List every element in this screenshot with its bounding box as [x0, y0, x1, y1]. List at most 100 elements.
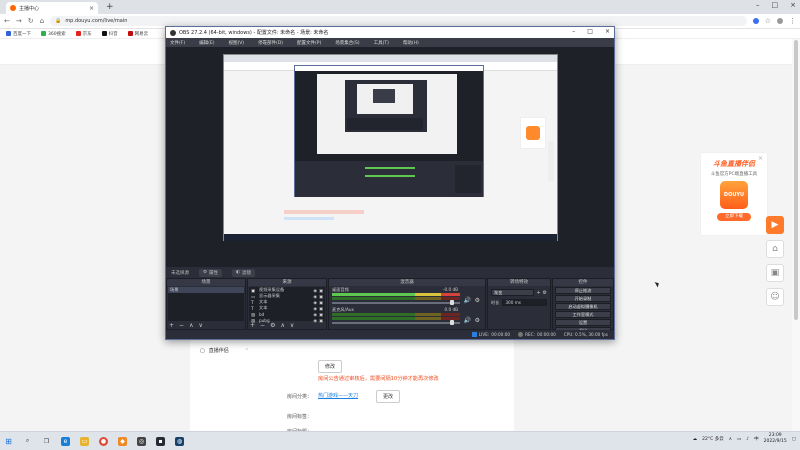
add-icon[interactable]: + — [536, 290, 540, 296]
close-icon[interactable]: × — [790, 1, 796, 9]
speaker-icon[interactable]: 🔊 — [464, 297, 471, 304]
clock[interactable]: 23:09 2022/9/15 — [764, 433, 787, 445]
gear-icon[interactable]: ⚙ — [475, 297, 480, 304]
extension-icon[interactable] — [752, 18, 759, 24]
minimize-icon[interactable]: – — [756, 1, 760, 9]
visibility-eye-icon[interactable]: ◉ — [313, 294, 317, 299]
move-down-icon[interactable]: ∨ — [198, 322, 202, 329]
bookmark-item[interactable]: 网易云 — [127, 31, 148, 37]
obs-maximize-icon[interactable]: □ — [587, 28, 593, 35]
bookmark-item[interactable]: 京东 — [75, 31, 92, 37]
visibility-eye-icon[interactable]: ◉ — [313, 300, 317, 305]
obs-menu-item[interactable]: 场景集合(S) — [335, 40, 359, 46]
move-up-icon[interactable]: ∧ — [189, 322, 193, 329]
gear-icon[interactable]: ⚙ — [475, 317, 480, 324]
lock-icon[interactable]: ▣ — [319, 312, 323, 317]
side-item-companion[interactable]: ▢ 直播伴侣 ⌃ — [200, 347, 249, 355]
source-item[interactable]: T 文本 ◉ ▣ — [249, 305, 325, 311]
filters-button[interactable]: ◐ 滤镜 — [232, 268, 255, 277]
remove-icon[interactable]: − — [260, 322, 265, 329]
obs-minimize-icon[interactable]: – — [572, 28, 575, 35]
volume-slider-knob[interactable] — [450, 300, 454, 305]
source-item[interactable]: ▨ bd ◉ ▣ — [249, 311, 325, 317]
control-button[interactable]: 工作室模式 — [555, 311, 611, 318]
page-scrollbar-thumb[interactable] — [794, 40, 798, 320]
bookmark-item[interactable]: 360搜索 — [41, 31, 66, 37]
visibility-eye-icon[interactable]: ◉ — [313, 312, 317, 317]
control-button[interactable]: 启动虚拟摄像机 — [555, 303, 611, 310]
visibility-eye-icon[interactable]: ◉ — [313, 288, 317, 293]
bookmark-item[interactable]: 百度一下 — [6, 31, 31, 37]
tab-close-icon[interactable]: × — [89, 5, 94, 12]
lock-icon[interactable]: ▣ — [319, 306, 323, 311]
back-icon[interactable]: ← — [4, 17, 10, 25]
user-icon[interactable]: ☺ — [766, 288, 784, 306]
search-icon[interactable]: ⌕ — [23, 437, 32, 446]
room-category-link[interactable]: 热门游戏——天刀 — [318, 392, 358, 399]
chrome-icon[interactable]: ● — [99, 436, 108, 446]
browser-tab[interactable]: 主播中心 × — [6, 2, 98, 14]
move-up-icon[interactable]: ∧ — [280, 322, 284, 329]
remove-icon[interactable]: − — [179, 322, 184, 329]
duration-input[interactable]: 300 ms — [502, 299, 547, 306]
obs-menu-item[interactable]: 文件(F) — [170, 40, 185, 46]
move-down-icon[interactable]: ∨ — [290, 322, 294, 329]
control-button[interactable]: 开始录制 — [555, 295, 611, 302]
obs-app-icon[interactable]: ◎ — [137, 436, 146, 446]
ime-indicator[interactable]: 中 — [754, 436, 759, 442]
steam-icon[interactable]: ◍ — [175, 436, 184, 446]
lock-icon[interactable]: ▣ — [319, 288, 323, 293]
speaker-icon[interactable]: 🔊 — [464, 317, 471, 324]
forward-icon[interactable]: → — [16, 17, 22, 25]
profile-avatar[interactable] — [777, 18, 783, 24]
task-view-icon[interactable]: ❐ — [42, 437, 51, 446]
volume-slider[interactable] — [332, 302, 460, 304]
scene-item[interactable]: 场景 — [168, 287, 244, 293]
obs-menu-item[interactable]: 工具(T) — [374, 40, 389, 46]
reload-icon[interactable]: ↻ — [28, 17, 34, 25]
volume-slider-knob[interactable] — [450, 320, 454, 325]
home-icon[interactable]: ⌂ — [40, 17, 44, 25]
lock-icon[interactable]: ▣ — [319, 318, 323, 323]
control-button[interactable]: 停止推流 — [555, 287, 611, 294]
transition-select[interactable]: 渐变 — [491, 289, 535, 296]
control-button[interactable]: 设置 — [555, 319, 611, 326]
menu-icon[interactable]: ⋮ — [789, 17, 796, 25]
tray-up-icon[interactable]: ∧ — [729, 437, 732, 442]
folder-icon[interactable]: ▭ — [80, 436, 89, 446]
bookmark-item[interactable]: 抖音 — [101, 31, 118, 37]
obs-menu-item[interactable]: 视图(V) — [228, 40, 244, 46]
app-icon[interactable]: ▪ — [156, 436, 165, 446]
obs-menu-item[interactable]: 帮助(H) — [403, 40, 419, 46]
play-icon[interactable]: ▶ — [766, 216, 784, 234]
obs-menu-item[interactable]: 编辑(E) — [199, 40, 214, 46]
gear-icon[interactable]: ⚙ — [270, 322, 275, 329]
add-icon[interactable]: + — [250, 322, 255, 329]
properties-button[interactable]: ⚙ 属性 — [199, 268, 223, 277]
visibility-eye-icon[interactable]: ◉ — [313, 318, 317, 323]
douyu-app-icon[interactable]: ◆ — [118, 436, 127, 446]
promo-close-icon[interactable]: × — [758, 155, 763, 162]
lock-icon[interactable]: ▣ — [319, 294, 323, 299]
star-icon[interactable]: ☆ — [765, 17, 771, 25]
obs-preview[interactable] — [166, 47, 614, 273]
volume-icon[interactable]: ♪ — [746, 437, 749, 442]
change-category-button[interactable]: 更改 — [376, 390, 401, 403]
maximize-icon[interactable]: □ — [772, 1, 779, 9]
new-tab-button[interactable]: + — [106, 2, 114, 12]
edge-icon[interactable]: e — [61, 436, 70, 446]
gear-icon[interactable]: ⚙ — [543, 290, 547, 296]
obs-menu-item[interactable]: 配置文件(P) — [297, 40, 321, 46]
weather-text[interactable]: 22°C 多云 — [702, 436, 724, 442]
url-input[interactable]: 🔒 mp.douyu.com/live/main — [50, 16, 747, 26]
windows-start-icon[interactable]: ⊞ — [4, 437, 13, 446]
tv-icon[interactable]: ▣ — [766, 264, 784, 282]
promo-download-button[interactable]: 立即下载 — [717, 213, 751, 221]
add-icon[interactable]: + — [169, 322, 174, 329]
notification-icon[interactable]: ▢ — [792, 437, 796, 442]
obs-close-icon[interactable]: × — [605, 28, 610, 35]
obs-menu-item[interactable]: 停靠部件(D) — [258, 40, 283, 46]
visibility-eye-icon[interactable]: ◉ — [313, 306, 317, 311]
modify-button[interactable]: 修改 — [318, 360, 343, 373]
lock-icon[interactable]: ▣ — [319, 300, 323, 305]
